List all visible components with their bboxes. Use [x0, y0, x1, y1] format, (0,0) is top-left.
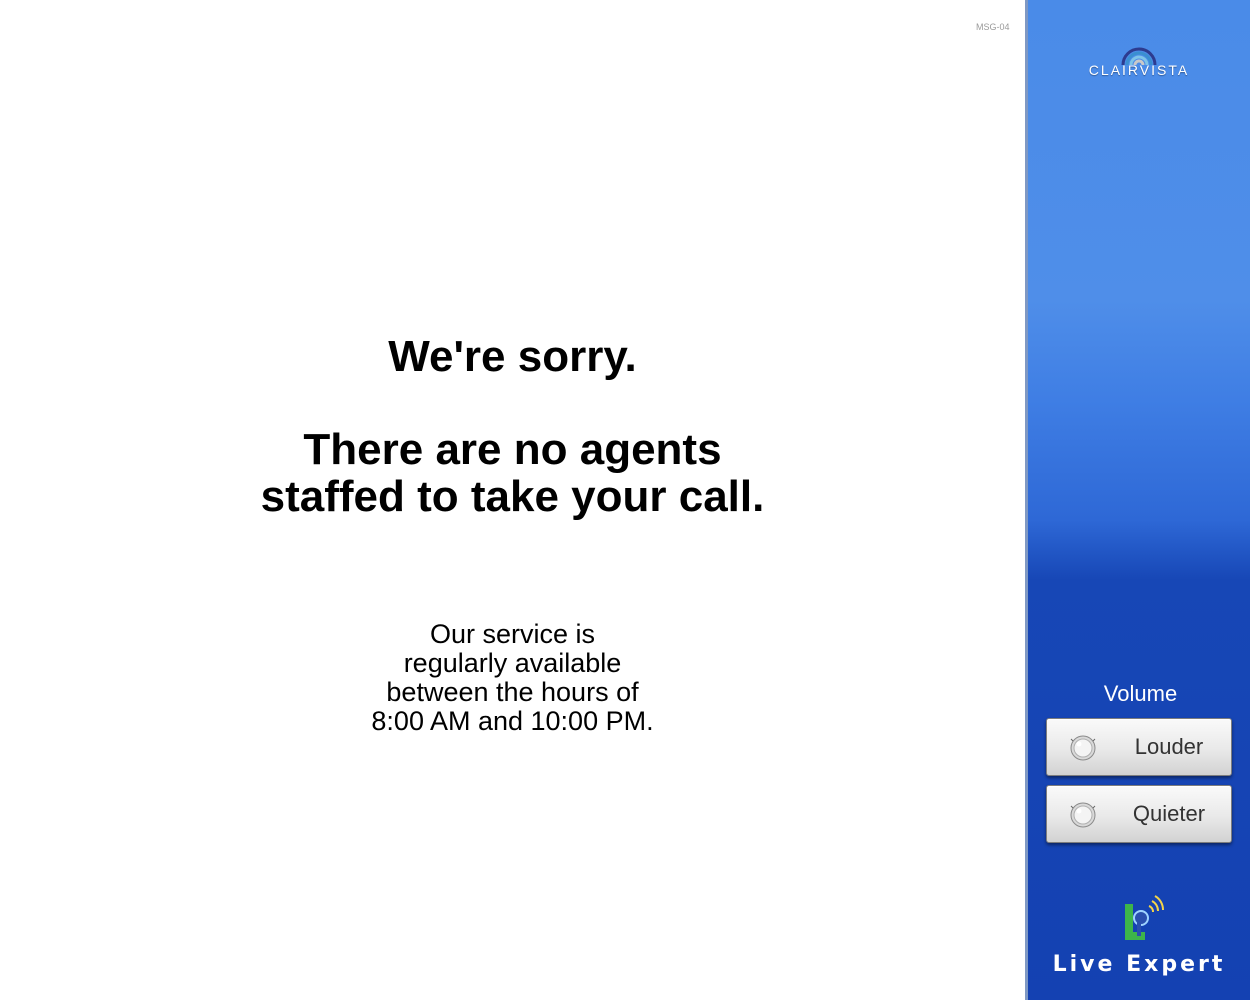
service-hours-text: Our service is regularly available betwe…: [0, 620, 1025, 736]
clairvista-wordmark: ClairVista: [1088, 62, 1190, 78]
volume-label: Volume: [1103, 681, 1178, 706]
louder-button[interactable]: Louder: [1046, 718, 1232, 776]
live-expert-logo: Live Expert: [1028, 888, 1250, 977]
volume-knob-icon: [1070, 802, 1096, 828]
service-hours-line: between the hours of: [386, 677, 639, 707]
service-hours-line: 8:00 AM and 10:00 PM.: [371, 706, 654, 736]
live-expert-logo-icon: [1125, 895, 1165, 940]
service-hours-line: Our service is: [429, 619, 596, 649]
service-hours-line: regularly available: [403, 648, 622, 678]
no-agents-heading-line-1: There are no agents: [303, 425, 722, 474]
louder-button-label: Louder: [1134, 734, 1204, 759]
no-agents-heading-line-2: staffed to take your call.: [260, 472, 765, 521]
clairvista-logo: ClairVista: [1028, 44, 1250, 78]
quieter-button-label: Quieter: [1132, 801, 1206, 826]
quieter-button[interactable]: Quieter: [1046, 785, 1232, 843]
message-panel: MSG-04 We're sorry. There are no agents …: [0, 0, 1025, 1000]
live-expert-wordmark: Live Expert: [1052, 952, 1226, 977]
sorry-heading: We're sorry.: [388, 332, 637, 381]
volume-knob-icon: [1070, 735, 1096, 761]
sidebar: ClairVista Volume Louder Quieter: [1025, 0, 1250, 1000]
screen-code: MSG-04: [976, 22, 1010, 32]
no-agents-heading: There are no agents staffed to take your…: [0, 426, 1025, 520]
